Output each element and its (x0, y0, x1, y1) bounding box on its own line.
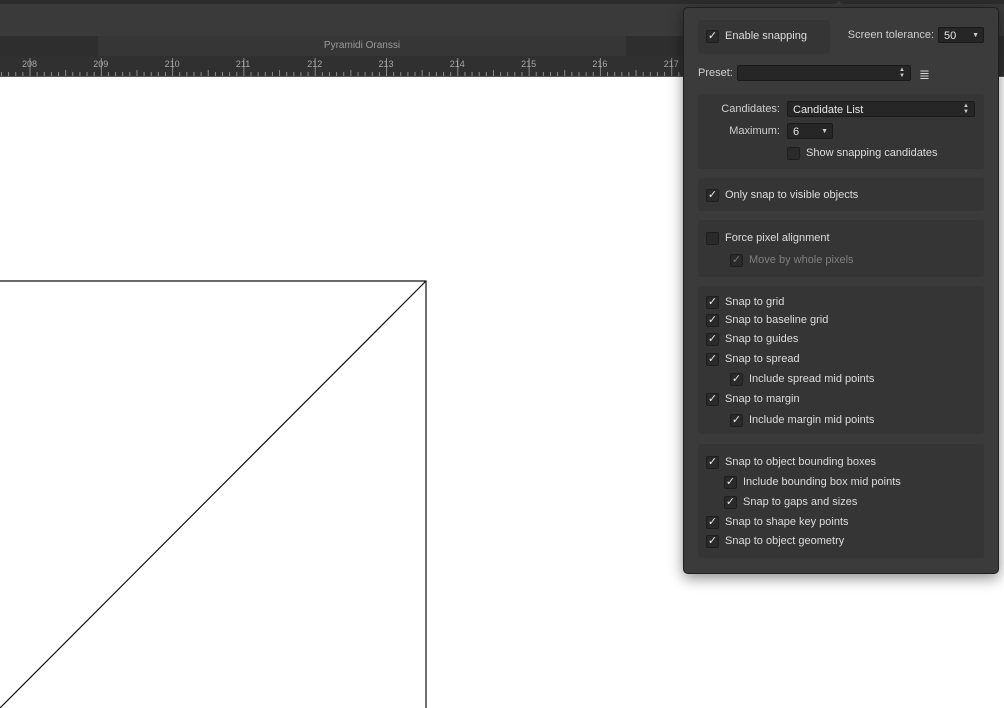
force-pixel-checkbox[interactable] (706, 231, 719, 245)
snap-option-checkbox[interactable]: ✓ (706, 332, 719, 346)
toolbar-top-strip (0, 0, 1004, 4)
show-candidates-checkbox[interactable] (787, 146, 800, 160)
maximum-value: 6 (793, 126, 800, 138)
chevron-down-icon: ▼ (972, 32, 979, 39)
snap-option-row[interactable]: ✓ Include bounding box mid points (724, 474, 901, 490)
snap-option-label: Snap to object bounding boxes (725, 456, 877, 468)
screen-tolerance-value: 50 (944, 30, 957, 42)
snap-option-checkbox[interactable]: ✓ (706, 455, 719, 469)
snap-option-row[interactable]: ✓ Snap to margin (706, 391, 800, 407)
force-pixel-row[interactable]: Force pixel alignment (706, 230, 830, 246)
ruler-label: 214 (450, 59, 465, 69)
snap-option-label: Snap to gaps and sizes (743, 496, 858, 508)
snap-option-checkbox[interactable]: ✓ (706, 352, 719, 366)
pixel-alignment-group (698, 220, 984, 277)
snapping-manager-panel: ✓ Enable snapping Screen tolerance: 50 ▼… (683, 7, 999, 574)
snap-option-label: Snap to spread (725, 353, 800, 365)
maximum-select[interactable]: 6 ▼ (787, 123, 833, 139)
triangle-shape[interactable] (0, 280, 427, 708)
snap-option-row[interactable]: ✓ Snap to object geometry (706, 533, 844, 549)
snap-option-row[interactable]: ✓ Snap to spread (706, 351, 800, 367)
preset-select[interactable]: ▲ ▼ (737, 65, 911, 81)
snap-option-checkbox[interactable]: ✓ (706, 515, 719, 529)
snap-option-label: Snap to guides (725, 333, 799, 345)
candidates-select[interactable]: Candidate List ▲ ▼ (787, 101, 975, 117)
ruler-label: 215 (521, 59, 536, 69)
only-visible-label: Only snap to visible objects (725, 189, 859, 201)
chevron-down-icon: ▼ (821, 128, 828, 135)
move-whole-label: Move by whole pixels (749, 254, 854, 266)
snap-option-row[interactable]: ✓ Include spread mid points (730, 371, 874, 387)
ruler-label: 212 (307, 59, 322, 69)
only-visible-checkbox[interactable]: ✓ (706, 188, 719, 202)
snap-option-checkbox[interactable]: ✓ (706, 392, 719, 406)
preset-menu-icon[interactable]: ≣ (919, 67, 930, 83)
move-whole-checkbox: ✓ (730, 253, 743, 267)
preset-label: Preset: (698, 67, 733, 79)
ruler-label: 216 (592, 59, 607, 69)
snap-option-row[interactable]: ✓ Snap to baseline grid (706, 312, 828, 328)
ruler-label: 217 (664, 59, 679, 69)
show-candidates-label: Show snapping candidates (806, 147, 938, 159)
snap-option-row[interactable]: ✓ Snap to guides (706, 331, 798, 347)
snap-option-checkbox[interactable]: ✓ (706, 313, 719, 327)
snap-option-label: Include spread mid points (749, 373, 875, 385)
candidates-value: Candidate List (793, 104, 864, 116)
enable-snapping-checkbox[interactable]: ✓ (706, 29, 719, 43)
snap-option-checkbox[interactable]: ✓ (724, 495, 737, 509)
show-candidates-row[interactable]: Show snapping candidates (787, 145, 937, 161)
snap-option-row[interactable]: ✓ Snap to shape key points (706, 514, 849, 530)
snap-option-label: Snap to shape key points (725, 516, 849, 528)
updown-arrows-icon: ▲ ▼ (899, 67, 905, 79)
maximum-label: Maximum: (729, 125, 780, 137)
ruler-label: 211 (236, 59, 250, 69)
only-visible-row[interactable]: ✓ Only snap to visible objects (706, 187, 858, 203)
force-pixel-label: Force pixel alignment (725, 232, 830, 244)
snap-option-checkbox[interactable]: ✓ (706, 534, 719, 548)
snap-option-checkbox[interactable]: ✓ (730, 372, 743, 386)
ruler-label: 213 (379, 59, 394, 69)
snap-option-label: Snap to margin (725, 393, 800, 405)
snap-option-row[interactable]: ✓ Snap to gaps and sizes (724, 494, 857, 510)
snap-option-checkbox[interactable]: ✓ (730, 413, 743, 427)
ruler-label: 209 (93, 59, 108, 69)
move-whole-row: ✓ Move by whole pixels (730, 252, 854, 268)
enable-snapping-label: Enable snapping (725, 30, 807, 42)
snap-option-label: Include margin mid points (749, 414, 875, 426)
enable-snapping-row[interactable]: ✓ Enable snapping (706, 28, 807, 44)
ruler-label: 208 (22, 59, 37, 69)
document-tab[interactable]: Pyramidi Oranssi (98, 36, 626, 56)
snap-option-label: Snap to grid (725, 296, 785, 308)
snap-option-checkbox[interactable]: ✓ (724, 475, 737, 489)
updown-arrows-icon: ▲ ▼ (963, 103, 969, 115)
candidates-label: Candidates: (721, 103, 780, 115)
snap-option-row[interactable]: ✓ Include margin mid points (730, 412, 874, 428)
screen-tolerance-label: Screen tolerance: (847, 29, 934, 41)
snap-option-row[interactable]: ✓ Snap to object bounding boxes (706, 454, 876, 470)
snap-option-label: Snap to object geometry (725, 535, 845, 547)
snap-option-label: Include bounding box mid points (743, 476, 901, 488)
screen-tolerance-select[interactable]: 50 ▼ (938, 27, 984, 43)
snap-option-row[interactable]: ✓ Snap to grid (706, 294, 784, 310)
snap-option-label: Snap to baseline grid (725, 314, 829, 326)
ruler-label: 210 (165, 59, 180, 69)
snap-option-checkbox[interactable]: ✓ (706, 295, 719, 309)
